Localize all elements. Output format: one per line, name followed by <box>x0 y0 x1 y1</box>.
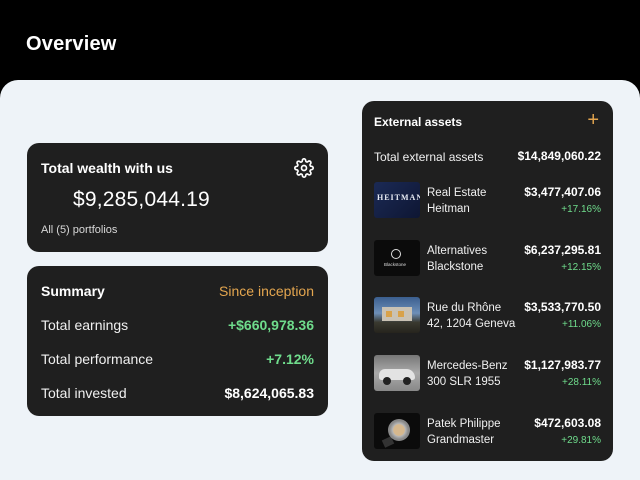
summary-title: Summary <box>41 283 105 299</box>
page-title: Overview <box>26 33 117 55</box>
summary-card: Summary Since inception Total earnings +… <box>27 266 328 416</box>
asset-name: Real Estate Heitman <box>427 187 487 215</box>
external-assets-title: External assets <box>374 115 463 129</box>
asset-name: Patek Philippe Grandmaster <box>427 418 501 446</box>
asset-item[interactable]: HEITMAN Real Estate Heitman $3,477,407.0… <box>374 182 601 222</box>
asset-change: +28.11% <box>561 377 601 388</box>
asset-change: +12.15% <box>561 262 601 273</box>
blackstone-logo: Blackstone <box>374 240 420 276</box>
summary-row: Total earnings +$660,978.36 <box>41 317 314 337</box>
total-wealth-card[interactable]: Total wealth with us $9,285,044.19 All (… <box>27 143 328 351</box>
total-external-value: $14,849,060.22 <box>517 149 601 163</box>
gear-icon[interactable] <box>294 158 314 178</box>
asset-value: $3,533,770.50 <box>524 300 601 314</box>
asset-change: +17.16% <box>561 204 601 215</box>
summary-row-value: $8,624,065.83 <box>224 385 314 401</box>
summary-row: Total performance +7.12% <box>41 351 314 371</box>
asset-item[interactable]: Mercedes-Benz 300 SLR 1955 $1,127,983.77… <box>374 355 601 395</box>
asset-name: Rue du Rhône 42, 1204 Geneva <box>427 302 516 330</box>
asset-item[interactable]: Blackstone Alternatives Blackstone $6,23… <box>374 240 601 280</box>
plus-icon[interactable]: + <box>587 110 599 130</box>
summary-header: Summary Since inception <box>41 283 314 303</box>
asset-item[interactable]: Rue du Rhône 42, 1204 Geneva $3,533,770.… <box>374 297 601 337</box>
asset-change: +11.06% <box>561 319 601 330</box>
summary-row-label: Total earnings <box>41 317 129 333</box>
summary-row-value: +7.12% <box>266 351 314 367</box>
wealth-amount: $9,285,044.19 <box>73 188 210 211</box>
period-selector[interactable]: Since inception <box>219 283 314 299</box>
summary-row-value: +$660,978.36 <box>227 317 314 333</box>
asset-item[interactable]: Patek Philippe Grandmaster $472,603.08 +… <box>374 413 601 453</box>
asset-change: +29.81% <box>561 435 601 446</box>
top-bar: Overview <box>0 0 640 90</box>
heitman-logo: HEITMAN <box>374 182 420 218</box>
watch-image <box>374 413 420 449</box>
external-assets-card: External assets + Total external assets … <box>362 101 613 461</box>
summary-row-label: Total performance <box>41 351 154 367</box>
asset-name: Mercedes-Benz 300 SLR 1955 <box>427 360 508 388</box>
asset-value: $472,603.08 <box>534 416 601 430</box>
portfolio-count: All (5) portfolios <box>41 224 118 236</box>
summary-row: Total invested $8,624,065.83 <box>41 385 314 405</box>
wealth-title: Total wealth with us <box>41 160 173 176</box>
asset-value: $3,477,407.06 <box>524 185 601 199</box>
asset-value: $6,237,295.81 <box>524 243 601 257</box>
car-image <box>374 355 420 391</box>
house-image <box>374 297 420 333</box>
total-external-label: Total external assets <box>374 150 484 164</box>
summary-row-label: Total invested <box>41 385 127 401</box>
asset-value: $1,127,983.77 <box>524 358 601 372</box>
asset-name: Alternatives Blackstone <box>427 245 488 273</box>
